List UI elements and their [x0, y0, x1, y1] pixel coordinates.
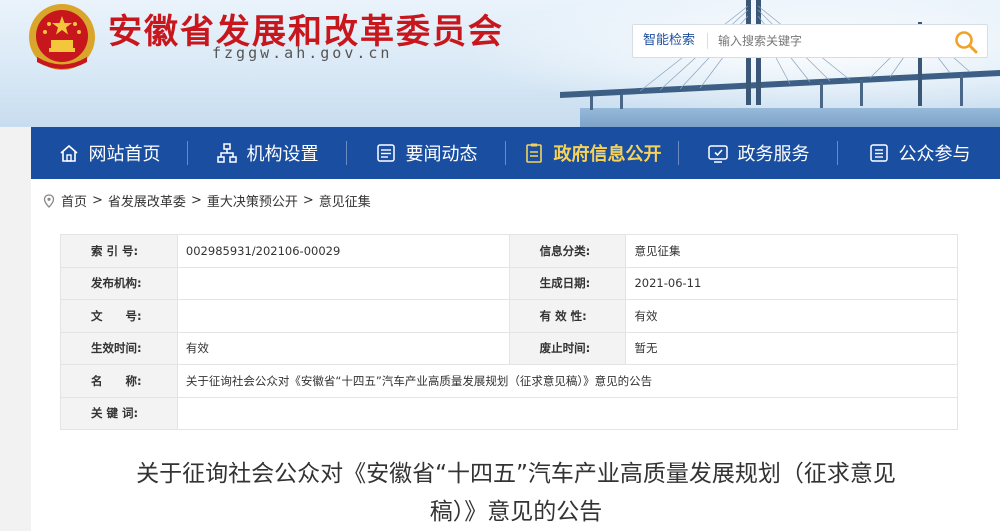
smart-search-label[interactable]: 智能检索	[633, 33, 709, 49]
news-icon	[376, 144, 395, 162]
nav-item-label: 机构设置	[246, 144, 319, 165]
search-icon[interactable]	[953, 29, 979, 55]
table-row: 索 引 号: 002985931/202106-00029 信息分类: 意见征集	[60, 234, 958, 268]
index-no-value: 002985931/202106-00029	[176, 234, 510, 268]
breadcrumb-separator: >	[92, 193, 103, 208]
breadcrumb-home[interactable]: 首页	[61, 191, 87, 210]
keywords-value	[176, 396, 959, 430]
nav-item-label: 政府信息公开	[553, 144, 662, 165]
abolish-label: 废止时间:	[508, 331, 627, 365]
info-class-value: 意见征集	[625, 234, 958, 268]
nav-item-organization[interactable]: 机构设置	[188, 127, 346, 179]
nav-item-news[interactable]: 要闻动态	[347, 127, 505, 179]
national-emblem-icon	[29, 4, 95, 70]
gen-date-value: 2021-06-11	[625, 266, 958, 300]
nav-item-services[interactable]: 政务服务	[679, 127, 837, 179]
index-no-label: 索 引 号:	[60, 234, 178, 268]
document-icon	[525, 143, 542, 163]
breadcrumb-ndrc[interactable]: 省发展改革委	[108, 191, 186, 210]
validity-value: 有效	[625, 299, 958, 333]
effective-value: 有效	[176, 331, 510, 365]
table-row: 文 号: 有 效 性: 有效	[60, 299, 958, 333]
nav-item-label: 政务服务	[737, 144, 810, 165]
document-title-line2: 稿）》意见的公告	[429, 499, 603, 525]
nav-item-label: 公众参与	[898, 144, 971, 165]
metadata-table: 索 引 号: 002985931/202106-00029 信息分类: 意见征集…	[60, 234, 959, 430]
site-header: 安徽省发展和改革委员会 fzggw.ah.gov.cn 智能检索	[0, 0, 1000, 127]
home-icon	[59, 144, 78, 162]
publisher-label: 发布机构:	[60, 266, 178, 300]
site-domain: fzggw.ah.gov.cn	[212, 44, 393, 62]
main-nav: 网站首页 机构设置 要闻动态 政府信息公开 政务服务 公众参与	[31, 127, 1000, 179]
location-pin-icon	[43, 193, 55, 208]
publisher-value	[176, 266, 510, 300]
breadcrumb-separator: >	[302, 193, 314, 208]
name-label: 名 称:	[60, 364, 178, 398]
nav-item-label: 要闻动态	[405, 144, 478, 165]
org-chart-icon	[216, 143, 237, 163]
nav-item-gov-info[interactable]: 政府信息公开	[506, 127, 678, 179]
name-value: 关于征询社会公众对《安徽省“十四五”汽车产业高质量发展规划（征求意见稿）》意见的…	[176, 364, 959, 398]
effective-label: 生效时间:	[60, 331, 178, 365]
gen-date-label: 生成日期:	[508, 266, 627, 300]
breadcrumb: 首页 > 省发展改革委 > 重大决策预公开 > 意见征集	[43, 191, 371, 210]
search-input[interactable]	[708, 34, 939, 48]
service-icon	[707, 145, 728, 163]
document-title: 关于征询社会公众对《安徽省“十四五”汽车产业高质量发展规划（征求意见 稿）》意见…	[81, 455, 951, 531]
info-class-label: 信息分类:	[508, 234, 627, 268]
doc-no-label: 文 号:	[60, 299, 178, 333]
document-title-line1: 关于征询社会公众对《安徽省“十四五”汽车产业高质量发展规划（征求意见	[136, 461, 896, 487]
nav-item-home[interactable]: 网站首页	[31, 127, 187, 179]
table-row: 发布机构: 生成日期: 2021-06-11	[60, 266, 958, 300]
breadcrumb-separator: >	[190, 193, 202, 208]
content-panel: 首页 > 省发展改革委 > 重大决策预公开 > 意见征集 索 引 号: 0029…	[31, 179, 1000, 531]
table-row: 关 键 词:	[60, 396, 959, 430]
nav-item-public-participation[interactable]: 公众参与	[838, 127, 1000, 179]
nav-item-label: 网站首页	[88, 144, 161, 165]
abolish-value: 暂无	[625, 331, 958, 365]
search-box: 智能检索	[632, 24, 988, 58]
table-row: 生效时间: 有效 废止时间: 暂无	[60, 331, 958, 365]
validity-label: 有 效 性:	[508, 299, 627, 333]
bridge-illustration	[560, 0, 1000, 127]
table-row: 名 称: 关于征询社会公众对《安徽省“十四五”汽车产业高质量发展规划（征求意见稿…	[60, 364, 959, 398]
breadcrumb-decision[interactable]: 重大决策预公开	[207, 191, 298, 210]
breadcrumb-opinion[interactable]: 意见征集	[319, 191, 371, 210]
keywords-label: 关 键 词:	[60, 396, 178, 430]
list-icon	[869, 144, 888, 162]
doc-no-value	[176, 299, 510, 333]
